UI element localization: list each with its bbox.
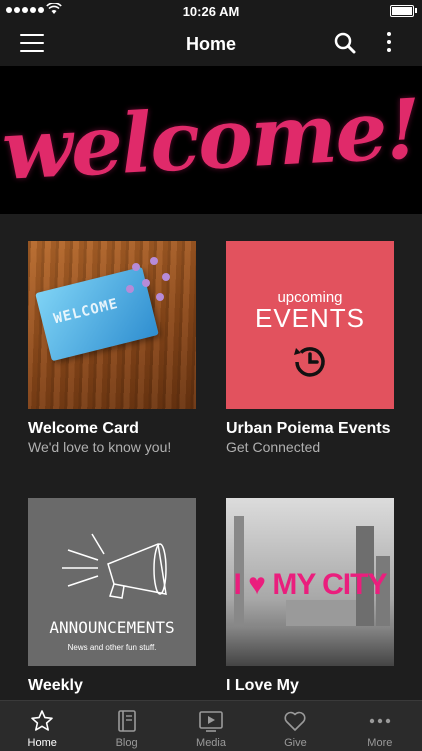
star-icon bbox=[31, 710, 54, 731]
tab-media[interactable]: Media bbox=[169, 701, 253, 751]
card-title: I Love My bbox=[226, 677, 299, 694]
flowers-decoration bbox=[122, 255, 182, 315]
tab-give[interactable]: Give bbox=[253, 701, 337, 751]
tab-label: Media bbox=[196, 737, 226, 749]
announcements-thumb-subtitle: News and other fun stuff. bbox=[67, 643, 157, 652]
events-thumbnail: upcoming EVENTS bbox=[226, 241, 394, 409]
book-icon bbox=[117, 710, 136, 732]
city-thumbnail: I ♥ MY CITY bbox=[226, 498, 394, 666]
i-love-my-city-text: I ♥ MY CITY bbox=[233, 568, 388, 601]
card-welcome[interactable]: WELCOME Welcome Card We'd love to know y… bbox=[28, 241, 196, 455]
tab-more[interactable]: More bbox=[338, 701, 422, 751]
card-title: Welcome Card bbox=[28, 420, 139, 437]
card-title: Urban Poiema Events bbox=[226, 420, 391, 437]
announcements-thumbnail: ANNOUNCEMENTS News and other fun stuff. bbox=[28, 498, 196, 666]
battery-tip bbox=[415, 8, 417, 13]
tab-bar: Home Blog Media Give More bbox=[0, 700, 422, 751]
clock-history-icon bbox=[294, 347, 325, 377]
card-events[interactable]: upcoming EVENTS Urban Poiema Events Get … bbox=[226, 241, 394, 455]
welcome-card-image-text: WELCOME bbox=[52, 295, 121, 328]
tab-label: Give bbox=[284, 737, 307, 749]
card-announcements[interactable]: ANNOUNCEMENTS News and other fun stuff. … bbox=[28, 498, 196, 695]
card-subtitle: We'd love to know you! bbox=[28, 439, 172, 455]
status-bar: 10:26 AM bbox=[0, 0, 422, 22]
card-i-love-my-city[interactable]: I ♥ MY CITY I Love My bbox=[226, 498, 394, 695]
heart-icon bbox=[284, 711, 306, 731]
welcome-card-thumbnail: WELCOME bbox=[28, 241, 196, 409]
megaphone-icon bbox=[62, 533, 167, 599]
content-grid: WELCOME Welcome Card We'd love to know y… bbox=[0, 214, 422, 700]
search-icon[interactable] bbox=[334, 32, 356, 54]
battery-icon bbox=[390, 5, 414, 17]
card-title: Weekly bbox=[28, 677, 83, 694]
more-icon bbox=[369, 718, 391, 724]
welcome-banner: welcome! bbox=[0, 66, 422, 214]
events-thumb-line2: EVENTS bbox=[254, 303, 366, 333]
app-bar: Home bbox=[0, 22, 422, 66]
play-icon bbox=[199, 711, 223, 732]
tab-home[interactable]: Home bbox=[0, 701, 84, 751]
tab-label: Blog bbox=[115, 737, 138, 749]
more-options-icon[interactable] bbox=[384, 32, 394, 56]
page-title: Home bbox=[185, 34, 236, 54]
water-reflection bbox=[226, 626, 394, 666]
tab-label: Home bbox=[27, 737, 57, 749]
banner-text: welcome! bbox=[0, 81, 422, 199]
status-time: 10:26 AM bbox=[182, 4, 240, 19]
card-subtitle: Get Connected bbox=[226, 439, 321, 455]
announcements-thumb-title: ANNOUNCEMENTS bbox=[49, 618, 175, 637]
tab-label: More bbox=[367, 737, 393, 749]
tab-blog[interactable]: Blog bbox=[84, 701, 168, 751]
